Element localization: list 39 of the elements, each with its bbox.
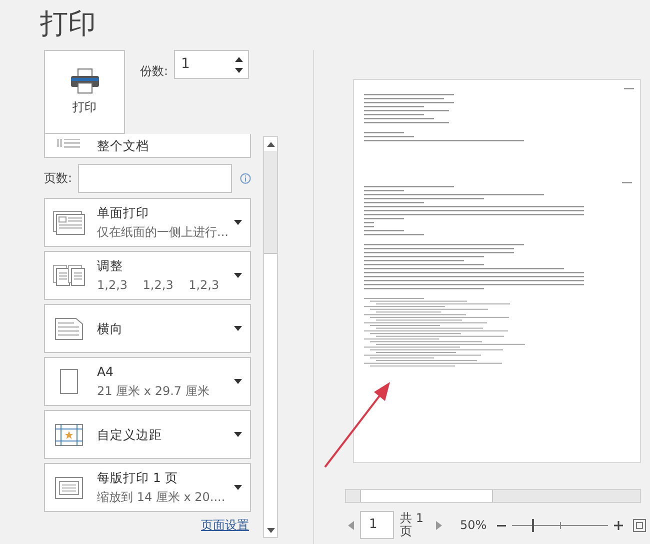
pages-field[interactable] — [78, 164, 232, 192]
spin-arrows-icon — [235, 56, 244, 74]
copies-spinner[interactable]: 1 — [174, 50, 250, 79]
previous-page-icon[interactable] — [348, 520, 354, 530]
margins-star-icon — [55, 424, 83, 446]
vertical-scrollbar[interactable] — [263, 136, 278, 538]
single-page-icon — [53, 210, 85, 234]
caret-icon — [234, 432, 242, 437]
setting-dropdown[interactable]: 单面打印 仅在纸面的一侧上进行... — [44, 198, 251, 247]
caret-icon — [234, 379, 242, 384]
caret-icon — [234, 273, 242, 278]
scroll-up-icon[interactable] — [266, 142, 274, 146]
setting-dropdown[interactable]: 横向 — [44, 304, 251, 353]
stacked-pages-icon — [53, 264, 85, 286]
zoom-level: 50% — [460, 517, 487, 534]
horizontal-scrollbar[interactable] — [345, 489, 641, 503]
blank-page-icon — [60, 369, 78, 394]
framed-page-icon — [55, 476, 83, 498]
caret-icon — [234, 220, 242, 225]
zoom-in-icon[interactable] — [614, 520, 623, 530]
setting-dropdown[interactable]: 每版打印 1 页 缩放到 14 厘米 x 20.... — [44, 463, 251, 512]
fit-page-icon[interactable] — [632, 518, 646, 532]
print-button[interactable]: 打印 — [44, 50, 125, 134]
next-page-icon[interactable] — [436, 520, 442, 530]
info-icon — [240, 172, 251, 184]
page-title: 打印 — [40, 6, 97, 42]
page-number-field[interactable]: 1 — [360, 511, 394, 539]
page-lines-icon — [55, 318, 83, 340]
page-total: 共 1 页 — [400, 512, 424, 538]
pages-label: 页数: — [44, 170, 72, 187]
setting-dropdown[interactable]: 调整 1,2,3 1,2,3 1,2,3 — [44, 251, 251, 300]
caret-icon — [234, 326, 242, 331]
setting-dropdown[interactable]: 自定义边距 — [44, 410, 251, 459]
caret-icon — [234, 485, 242, 490]
printer-icon — [70, 68, 100, 94]
setting-dropdown[interactable]: A4 21 厘米 x 29.7 厘米 — [44, 357, 251, 406]
page-setup-link[interactable]: 页面设置 — [201, 516, 249, 534]
print-range-dropdown[interactable]: 整个文档 — [44, 134, 251, 158]
copies-label: 份数: — [140, 63, 168, 80]
